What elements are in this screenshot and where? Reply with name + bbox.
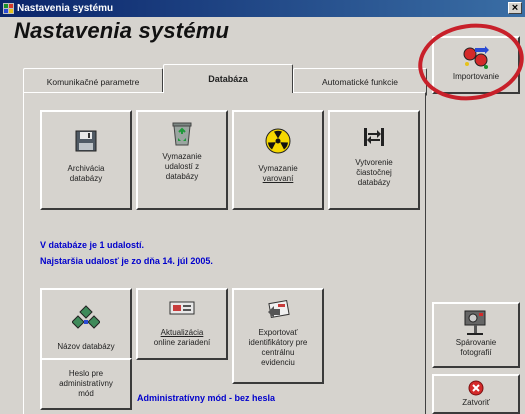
event-count-text: V databáze je 1 udalostí. bbox=[40, 240, 145, 250]
delete-warnings-button[interactable]: Vymazanie varovaní bbox=[232, 110, 324, 210]
button-label: Názov databázy bbox=[57, 342, 115, 351]
close-icon[interactable]: × bbox=[508, 2, 522, 14]
admin-password-button[interactable]: Heslo pre administratívny mód bbox=[40, 358, 132, 410]
app-icon bbox=[3, 3, 14, 14]
button-label: Exportovať identifikátory pre centrálnu … bbox=[248, 328, 308, 367]
title-bar[interactable]: Nastavenia systému × bbox=[0, 0, 525, 17]
recycle-bin-icon bbox=[172, 122, 192, 146]
archive-database-button[interactable]: Archivácia databázy bbox=[40, 110, 132, 210]
button-label: Vymazanie udalostí z databázy bbox=[162, 152, 202, 181]
close-label: Zatvoriť bbox=[462, 398, 490, 407]
button-label: Vymazanie varovaní bbox=[258, 164, 298, 183]
export-identifiers-icon bbox=[268, 299, 290, 319]
photo-pairing-button[interactable]: Spárovanie fotografií bbox=[432, 302, 520, 368]
admin-mode-status: Administratívny mód - bez hesla bbox=[137, 393, 276, 403]
oldest-event-text: Najstaršia udalosť je zo dňa 14. júl 200… bbox=[40, 256, 213, 266]
tab-label: Automatické funkcie bbox=[321, 77, 399, 87]
close-button[interactable]: Zatvoriť bbox=[432, 374, 520, 414]
button-label: Vytvorenie čiastočnej databázy bbox=[355, 158, 393, 187]
page-title: Nastavenia systému bbox=[14, 18, 230, 43]
floppy-disk-icon bbox=[75, 130, 97, 152]
device-update-icon bbox=[169, 301, 195, 315]
tab-label: Databáza bbox=[208, 74, 248, 84]
export-identifiers-button[interactable]: Exportovať identifikátory pre centrálnu … bbox=[232, 288, 324, 384]
button-label: Aktualizácia online zariadení bbox=[153, 328, 211, 347]
import-label: Importovanie bbox=[452, 72, 500, 81]
button-label: Heslo pre administratívny mód bbox=[59, 369, 113, 398]
delete-events-button[interactable]: Vymazanie udalostí z databázy bbox=[136, 110, 228, 210]
arrows-exchange-icon bbox=[364, 128, 384, 146]
settings-window: Nastavenia systému × Nastavenia systému … bbox=[0, 0, 525, 414]
import-button[interactable]: Importovanie bbox=[432, 36, 520, 94]
window-title: Nastavenia systému bbox=[17, 3, 114, 14]
button-label: Spárovanie fotografií bbox=[455, 338, 497, 357]
update-online-devices-button[interactable]: Aktualizácia online zariadení bbox=[136, 288, 228, 360]
network-icon bbox=[72, 305, 100, 329]
tab-databaza[interactable]: Databáza bbox=[163, 64, 293, 93]
import-icon bbox=[463, 46, 489, 69]
database-name-button[interactable]: Názov databázy bbox=[40, 288, 132, 360]
close-red-icon bbox=[468, 380, 484, 396]
tab-label: Komunikačné parametre bbox=[46, 77, 140, 87]
camera-icon bbox=[464, 310, 486, 335]
button-label: Archivácia databázy bbox=[67, 164, 105, 183]
radiation-icon bbox=[265, 128, 291, 154]
create-partial-database-button[interactable]: Vytvorenie čiastočnej databázy bbox=[328, 110, 420, 210]
